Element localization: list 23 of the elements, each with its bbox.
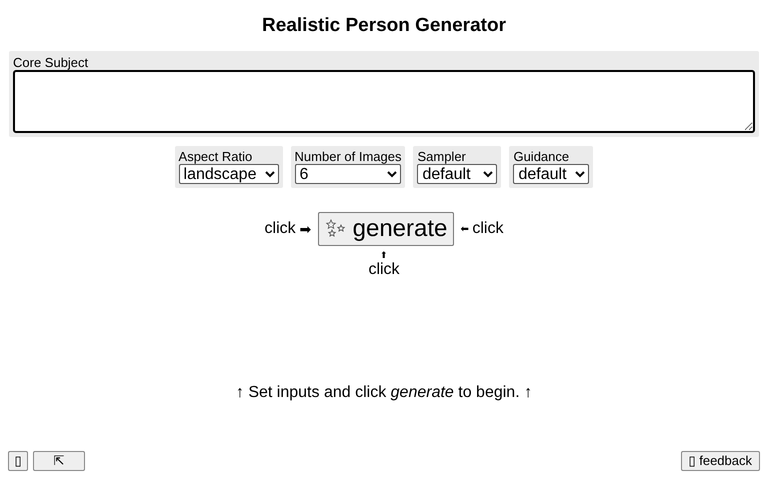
field-label: Core Subject <box>13 55 90 70</box>
option-select[interactable]: default <box>513 164 590 184</box>
arrow-icon: ⬆ <box>380 249 388 261</box>
option-select[interactable]: default <box>417 164 498 184</box>
page-title: Realistic Person Generator <box>261 14 507 38</box>
option-select[interactable]: landscape <box>178 164 279 184</box>
option-label: Guidance <box>513 150 570 164</box>
click-hint: click <box>472 219 504 239</box>
option-label: Sampler <box>417 150 467 164</box>
toolbar-button[interactable]: ▯ <box>8 451 28 471</box>
generate-button[interactable]: generate <box>318 212 454 246</box>
click-hint: click <box>368 261 400 279</box>
core-subject-field[interactable] <box>13 70 755 133</box>
status-message: ↑ Set inputs and click generate to begin. ↑ <box>234 383 534 403</box>
stars-icon <box>324 219 347 239</box>
feedback-button[interactable]: ▯ feedback <box>680 451 760 471</box>
option-label: Aspect Ratio <box>178 150 254 164</box>
arrow-icon: ➡ <box>300 218 312 240</box>
option-label: Number of Images <box>294 150 402 164</box>
toolbar-button[interactable]: ⇱ <box>33 451 85 471</box>
option-select[interactable]: 6 <box>294 164 401 184</box>
click-hint: click <box>264 219 296 239</box>
arrow-icon: ⬅ <box>460 222 468 236</box>
